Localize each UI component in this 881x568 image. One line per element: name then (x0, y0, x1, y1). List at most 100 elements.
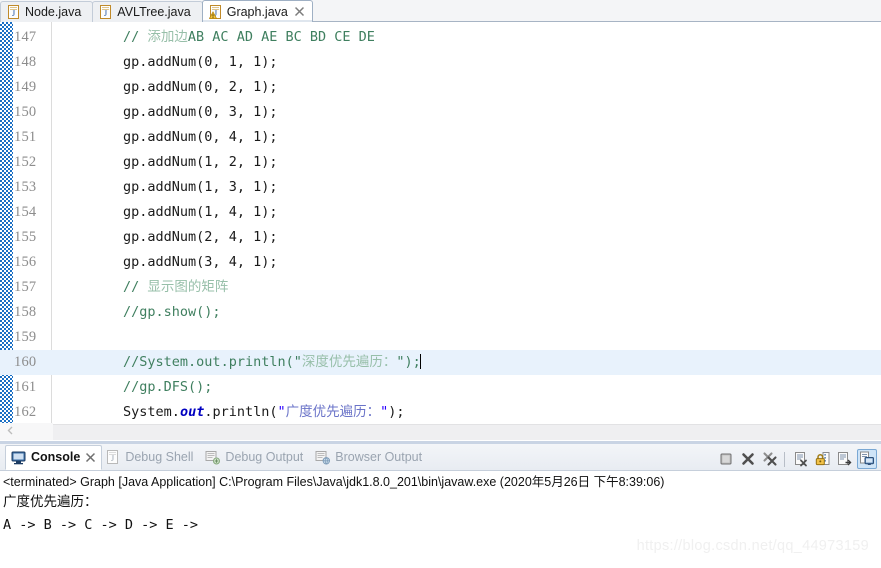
line-number: 154 (14, 204, 37, 220)
editor-tab-label: AVLTree.java (117, 5, 191, 19)
code-line[interactable]: 152 gp.addNum(1, 2, 1); (0, 150, 881, 175)
scroll-lock-padlock-icon (815, 452, 830, 466)
code-text: gp.addNum(0, 4, 1); (58, 125, 277, 150)
code-token: 深度优先遍历： (301, 354, 397, 370)
code-editor[interactable]: 147 // 添加边AB AC AD AE BC BD CE DE 148 gp.… (0, 22, 881, 424)
code-line[interactable]: 149 gp.addNum(0, 2, 1); (0, 75, 881, 100)
code-token: gp.addNum(2, 4, 1); (123, 229, 278, 245)
code-text: System.out.println("广度优先遍历："); (58, 400, 405, 424)
code-token: out (179, 404, 205, 420)
code-token: gp.addNum(3, 4, 1); (123, 254, 278, 270)
console-tab-label: Console (31, 450, 81, 464)
pin-console-icon (838, 452, 852, 466)
line-number: 162 (14, 404, 37, 420)
code-line[interactable]: 158 //gp.show(); (0, 300, 881, 325)
line-number: 155 (14, 229, 37, 245)
console-tab-debug-output[interactable]: Debug Output (202, 444, 312, 470)
toolbar-separator (784, 451, 785, 467)
close-x-icon (742, 453, 754, 465)
code-text: gp.addNum(0, 1, 1); (58, 50, 277, 75)
code-line[interactable]: 150 gp.addNum(0, 3, 1); (0, 100, 881, 125)
code-line-current[interactable]: 160 //System.out.println("深度优先遍历："); (0, 350, 881, 375)
code-token: gp.addNum(1, 4, 1); (123, 204, 278, 220)
console-output-line: A -> B -> C -> D -> E -> (3, 517, 207, 533)
code-line[interactable]: 155 gp.addNum(2, 4, 1); (0, 225, 881, 250)
code-line[interactable]: 156 gp.addNum(3, 4, 1); (0, 250, 881, 275)
code-token: gp.addNum(1, 2, 1); (123, 154, 278, 170)
line-number: 152 (14, 154, 37, 170)
line-number: 157 (14, 279, 37, 295)
editor-tab-avltree-java[interactable]: J AVLTree.java (92, 1, 203, 22)
console-tab-console[interactable]: Console (5, 444, 103, 470)
close-all-xx-icon (763, 452, 777, 466)
code-text: gp.addNum(0, 2, 1); (58, 75, 277, 100)
console-output-line: 广度优先遍历： (3, 494, 98, 510)
scroll-left-arrow-icon[interactable] (6, 426, 15, 435)
code-token: // (123, 279, 148, 295)
line-number: 161 (14, 379, 37, 395)
editor-hscroll-left-cap (0, 423, 53, 440)
code-text: gp.addNum(1, 3, 1); (58, 175, 277, 200)
code-token: "); (396, 354, 421, 370)
console-terminated-line: <terminated> Graph [Java Application] C:… (3, 475, 665, 489)
scroll-lock-button[interactable] (813, 449, 833, 469)
remove-launch-button[interactable] (738, 449, 758, 469)
code-token: //gp.show(); (123, 304, 221, 320)
code-token: .println( (204, 404, 278, 420)
code-token: //gp.DFS(); (123, 379, 213, 395)
pin-console-button[interactable] (835, 449, 855, 469)
code-line[interactable]: 161 //gp.DFS(); (0, 375, 881, 400)
code-line[interactable]: 162 System.out.println("广度优先遍历："); (0, 400, 881, 424)
console-icon (11, 451, 26, 464)
line-number: 149 (14, 79, 37, 95)
debug-shell-icon: J (107, 449, 119, 464)
line-number: 147 (14, 29, 37, 45)
console-tab-debug-shell[interactable]: J Debug Shell (102, 444, 202, 470)
code-line[interactable]: 159 (0, 325, 881, 350)
code-token: gp.addNum(0, 2, 1); (123, 79, 278, 95)
code-line[interactable]: 151 gp.addNum(0, 4, 1); (0, 125, 881, 150)
code-line[interactable]: 154 gp.addNum(1, 4, 1); (0, 200, 881, 225)
display-selected-console-button[interactable] (857, 449, 877, 469)
code-text: gp.addNum(3, 4, 1); (58, 250, 277, 275)
editor-tab-node-java[interactable]: J Node.java (0, 1, 94, 22)
line-number: 160 (14, 354, 37, 370)
code-token: 显示图的矩阵 (147, 279, 229, 295)
remove-all-terminated-button[interactable] (760, 449, 780, 469)
console-tab-strip: Console J Debug Shell Debug Output Browser O… (5, 444, 431, 470)
code-token: gp.addNum(0, 4, 1); (123, 129, 278, 145)
clear-console-button[interactable] (791, 449, 811, 469)
line-number: 158 (14, 304, 37, 320)
code-text: gp.addNum(1, 4, 1); (58, 200, 277, 225)
code-line[interactable]: 147 // 添加边AB AC AD AE BC BD CE DE (0, 25, 881, 50)
console-tab-label: Debug Shell (125, 450, 194, 464)
line-number: 153 (14, 179, 37, 195)
console-tab-label: Browser Output (335, 450, 423, 464)
terminate-button[interactable] (716, 449, 736, 469)
code-token: 添加边 (147, 29, 188, 45)
console-tab-browser-output[interactable]: Browser Output (312, 444, 431, 470)
console-toolbar[interactable] (714, 448, 877, 470)
console-tab-bar: Console J Debug Shell Debug Output Browser O… (0, 444, 881, 470)
code-text: // 添加边AB AC AD AE BC BD CE DE (58, 25, 375, 50)
clear-console-icon (795, 452, 807, 467)
code-token: gp.addNum(0, 3, 1); (123, 104, 278, 120)
code-token: ); (388, 404, 405, 420)
code-token: gp.addNum(1, 3, 1); (123, 179, 278, 195)
display-console-icon (860, 451, 874, 465)
code-line[interactable]: 148 gp.addNum(0, 1, 1); (0, 50, 881, 75)
code-lines[interactable]: 147 // 添加边AB AC AD AE BC BD CE DE 148 gp.… (0, 22, 881, 424)
editor-horizontal-scrollbar[interactable] (53, 424, 881, 440)
code-line[interactable]: 153 gp.addNum(1, 3, 1); (0, 175, 881, 200)
line-number: 159 (14, 329, 37, 345)
code-text: //gp.DFS(); (58, 375, 212, 400)
code-token: // (123, 29, 148, 45)
close-icon[interactable] (294, 6, 305, 17)
line-number: 150 (14, 104, 37, 120)
code-line[interactable]: 157 // 显示图的矩阵 (0, 275, 881, 300)
code-text: gp.addNum(2, 4, 1); (58, 225, 277, 250)
close-icon[interactable] (85, 452, 96, 463)
java-file-icon: J (8, 5, 19, 19)
editor-tab-graph-java[interactable]: J Graph.java (201, 0, 313, 22)
